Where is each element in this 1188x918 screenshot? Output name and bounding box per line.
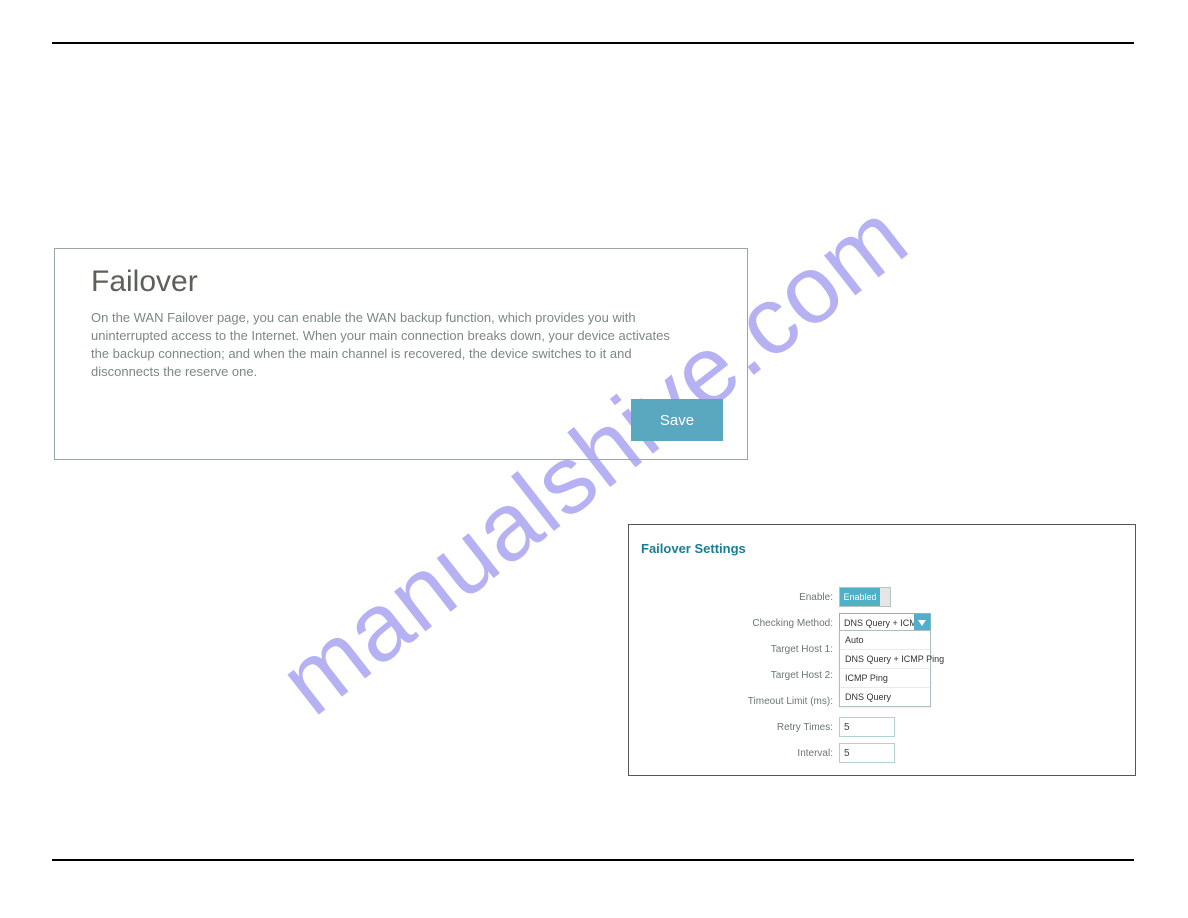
dropdown-option[interactable]: DNS Query [840, 688, 930, 706]
row-enable: Enable: Enabled [639, 584, 1115, 610]
enable-toggle-state: Enabled [840, 588, 880, 606]
failover-title: Failover [91, 265, 711, 299]
bottom-rule [52, 859, 1134, 861]
label-target-host-1: Target Host 1: [639, 644, 839, 655]
interval-input[interactable] [839, 743, 895, 763]
settings-form: Enable: Enabled Checking Method: DNS Que… [639, 584, 1115, 766]
row-retry: Retry Times: [639, 714, 1115, 740]
dropdown-option[interactable]: DNS Query + ICMP Ping [840, 650, 930, 669]
label-enable: Enable: [639, 592, 839, 603]
label-interval: Interval: [639, 748, 839, 759]
label-timeout: Timeout Limit (ms): [639, 696, 839, 707]
dropdown-option[interactable]: Auto [840, 631, 930, 650]
settings-title: Failover Settings [641, 541, 1115, 556]
failover-panel: Failover On the WAN Failover page, you c… [54, 248, 748, 460]
checking-method-dropdown[interactable]: Auto DNS Query + ICMP Ping ICMP Ping DNS… [839, 630, 931, 707]
label-target-host-2: Target Host 2: [639, 670, 839, 681]
failover-settings-panel: Failover Settings Enable: Enabled Checki… [628, 524, 1136, 776]
dropdown-option[interactable]: ICMP Ping [840, 669, 930, 688]
enable-toggle[interactable]: Enabled [839, 587, 891, 607]
label-checking-method: Checking Method: [639, 618, 839, 629]
retry-input[interactable] [839, 717, 895, 737]
row-interval: Interval: [639, 740, 1115, 766]
failover-description: On the WAN Failover page, you can enable… [91, 309, 691, 381]
label-retry: Retry Times: [639, 722, 839, 733]
top-rule [52, 42, 1134, 44]
save-button[interactable]: Save [631, 399, 723, 441]
checking-method-value: DNS Query + ICMP... [840, 618, 914, 628]
